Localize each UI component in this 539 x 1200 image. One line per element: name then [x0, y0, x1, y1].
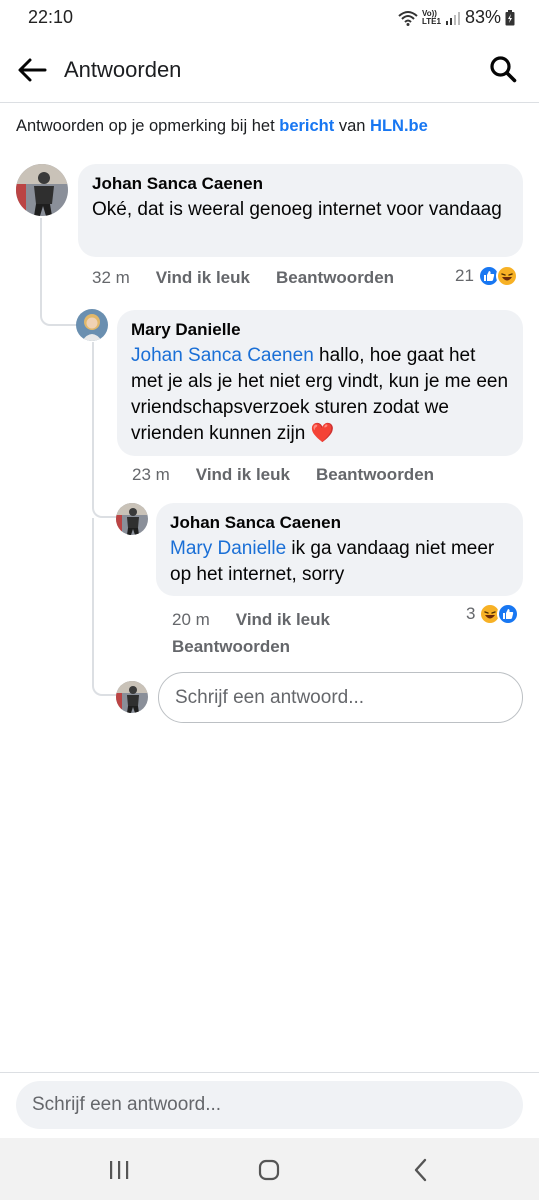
avatar-photo-icon: [76, 309, 108, 341]
status-bar: 22:10 Vo)) LTE1 83%: [0, 0, 539, 36]
status-time: 22:10: [28, 7, 74, 27]
context-prefix: Antwoorden op je opmerking bij het: [16, 117, 280, 135]
search-button[interactable]: [485, 51, 521, 87]
comment-text: Mary Danielle ik ga vandaag niet meer op…: [170, 536, 509, 588]
comment-bubble[interactable]: Johan Sanca Caenen Oké, dat is weeral ge…: [78, 164, 523, 257]
page-title: Antwoorden: [64, 57, 182, 82]
like-icon: [497, 603, 520, 625]
reply-button[interactable]: Beantwoorden: [316, 465, 434, 484]
avatar-photo-icon: [116, 503, 148, 535]
status-icons: Vo)) LTE1 83%: [398, 7, 515, 28]
comment-placeholder: Schrijf een antwoord...: [32, 1094, 222, 1115]
home-button[interactable]: [254, 1155, 284, 1185]
back-button[interactable]: [14, 52, 50, 88]
network-label: LTE1: [422, 16, 441, 26]
avatar-photo-icon: [16, 164, 68, 216]
avatar: [116, 681, 148, 713]
recents-button[interactable]: [104, 1155, 134, 1185]
reaction-count: 3: [466, 604, 476, 623]
avatar[interactable]: [16, 164, 68, 216]
battery-charging-icon: [505, 9, 515, 25]
avatar-photo-icon: [116, 681, 148, 713]
bottom-composer: Schrijf een antwoord...: [0, 1072, 539, 1138]
reply-button[interactable]: Beantwoorden: [276, 268, 394, 287]
context-middle: van: [334, 117, 371, 135]
avatar[interactable]: [76, 309, 108, 341]
page-link[interactable]: HLN.be: [370, 117, 428, 135]
reply-context: Antwoorden op je opmerking bij het beric…: [16, 117, 428, 136]
battery-percent: 83%: [464, 7, 501, 27]
comment-author[interactable]: Johan Sanca Caenen: [170, 513, 509, 533]
like-button[interactable]: Vind ik leuk: [156, 268, 250, 287]
comment-time: 32 m: [92, 268, 130, 287]
comment-text: Oké, dat is weeral genoeg internet voor …: [92, 199, 502, 220]
thread-line-3: [92, 518, 116, 696]
search-icon: [490, 56, 517, 83]
home-icon: [258, 1159, 280, 1181]
comment-author[interactable]: Mary Danielle: [131, 320, 509, 340]
like-button[interactable]: Vind ik leuk: [236, 610, 330, 629]
navigation-bar: [0, 1138, 539, 1200]
comment-input[interactable]: Schrijf een antwoord...: [16, 1081, 523, 1129]
volte-indicator: Vo)) LTE1: [422, 9, 441, 26]
mention-link[interactable]: Mary Danielle: [170, 538, 286, 559]
haha-icon: [495, 265, 518, 287]
comment-actions: 32 m Vind ik leuk Beantwoorden: [92, 268, 420, 288]
post-link[interactable]: bericht: [279, 117, 334, 135]
wifi-icon: [398, 10, 418, 26]
comment-actions: 20 m Vind ik leuk Beantwoorden: [172, 606, 452, 660]
comment-bubble[interactable]: Mary Danielle Johan Sanca Caenen hallo, …: [117, 310, 523, 456]
comment-bubble[interactable]: Johan Sanca Caenen Mary Danielle ik ga v…: [156, 503, 523, 596]
comment-time: 23 m: [132, 465, 170, 484]
back-chevron-icon: [414, 1158, 427, 1182]
reply-button[interactable]: Beantwoorden: [172, 637, 290, 656]
recents-icon: [110, 1161, 129, 1179]
like-button[interactable]: Vind ik leuk: [196, 465, 290, 484]
comment-text: Johan Sanca Caenen hallo, hoe gaat het m…: [131, 343, 509, 447]
avatar[interactable]: [116, 503, 148, 535]
arrow-left-icon: [18, 58, 47, 82]
reply-input[interactable]: Schrijf een antwoord...: [158, 672, 523, 723]
thread-line-2: [92, 342, 116, 518]
mention-link[interactable]: Johan Sanca Caenen: [131, 345, 314, 366]
reaction-count: 21: [455, 266, 474, 285]
system-back-button[interactable]: [406, 1155, 436, 1185]
reaction-summary[interactable]: 21: [455, 265, 518, 287]
heart-emoji: ❤️: [310, 423, 335, 444]
comment-actions: 23 m Vind ik leuk Beantwoorden: [132, 465, 460, 485]
thread-line-1: [40, 218, 78, 326]
app-header: Antwoorden: [0, 36, 539, 103]
reply-placeholder: Schrijf een antwoord...: [175, 686, 365, 708]
reaction-summary[interactable]: 3: [466, 603, 520, 625]
comment-author[interactable]: Johan Sanca Caenen: [92, 174, 509, 194]
comment-time: 20 m: [172, 610, 210, 629]
signal-icon: [445, 11, 460, 25]
